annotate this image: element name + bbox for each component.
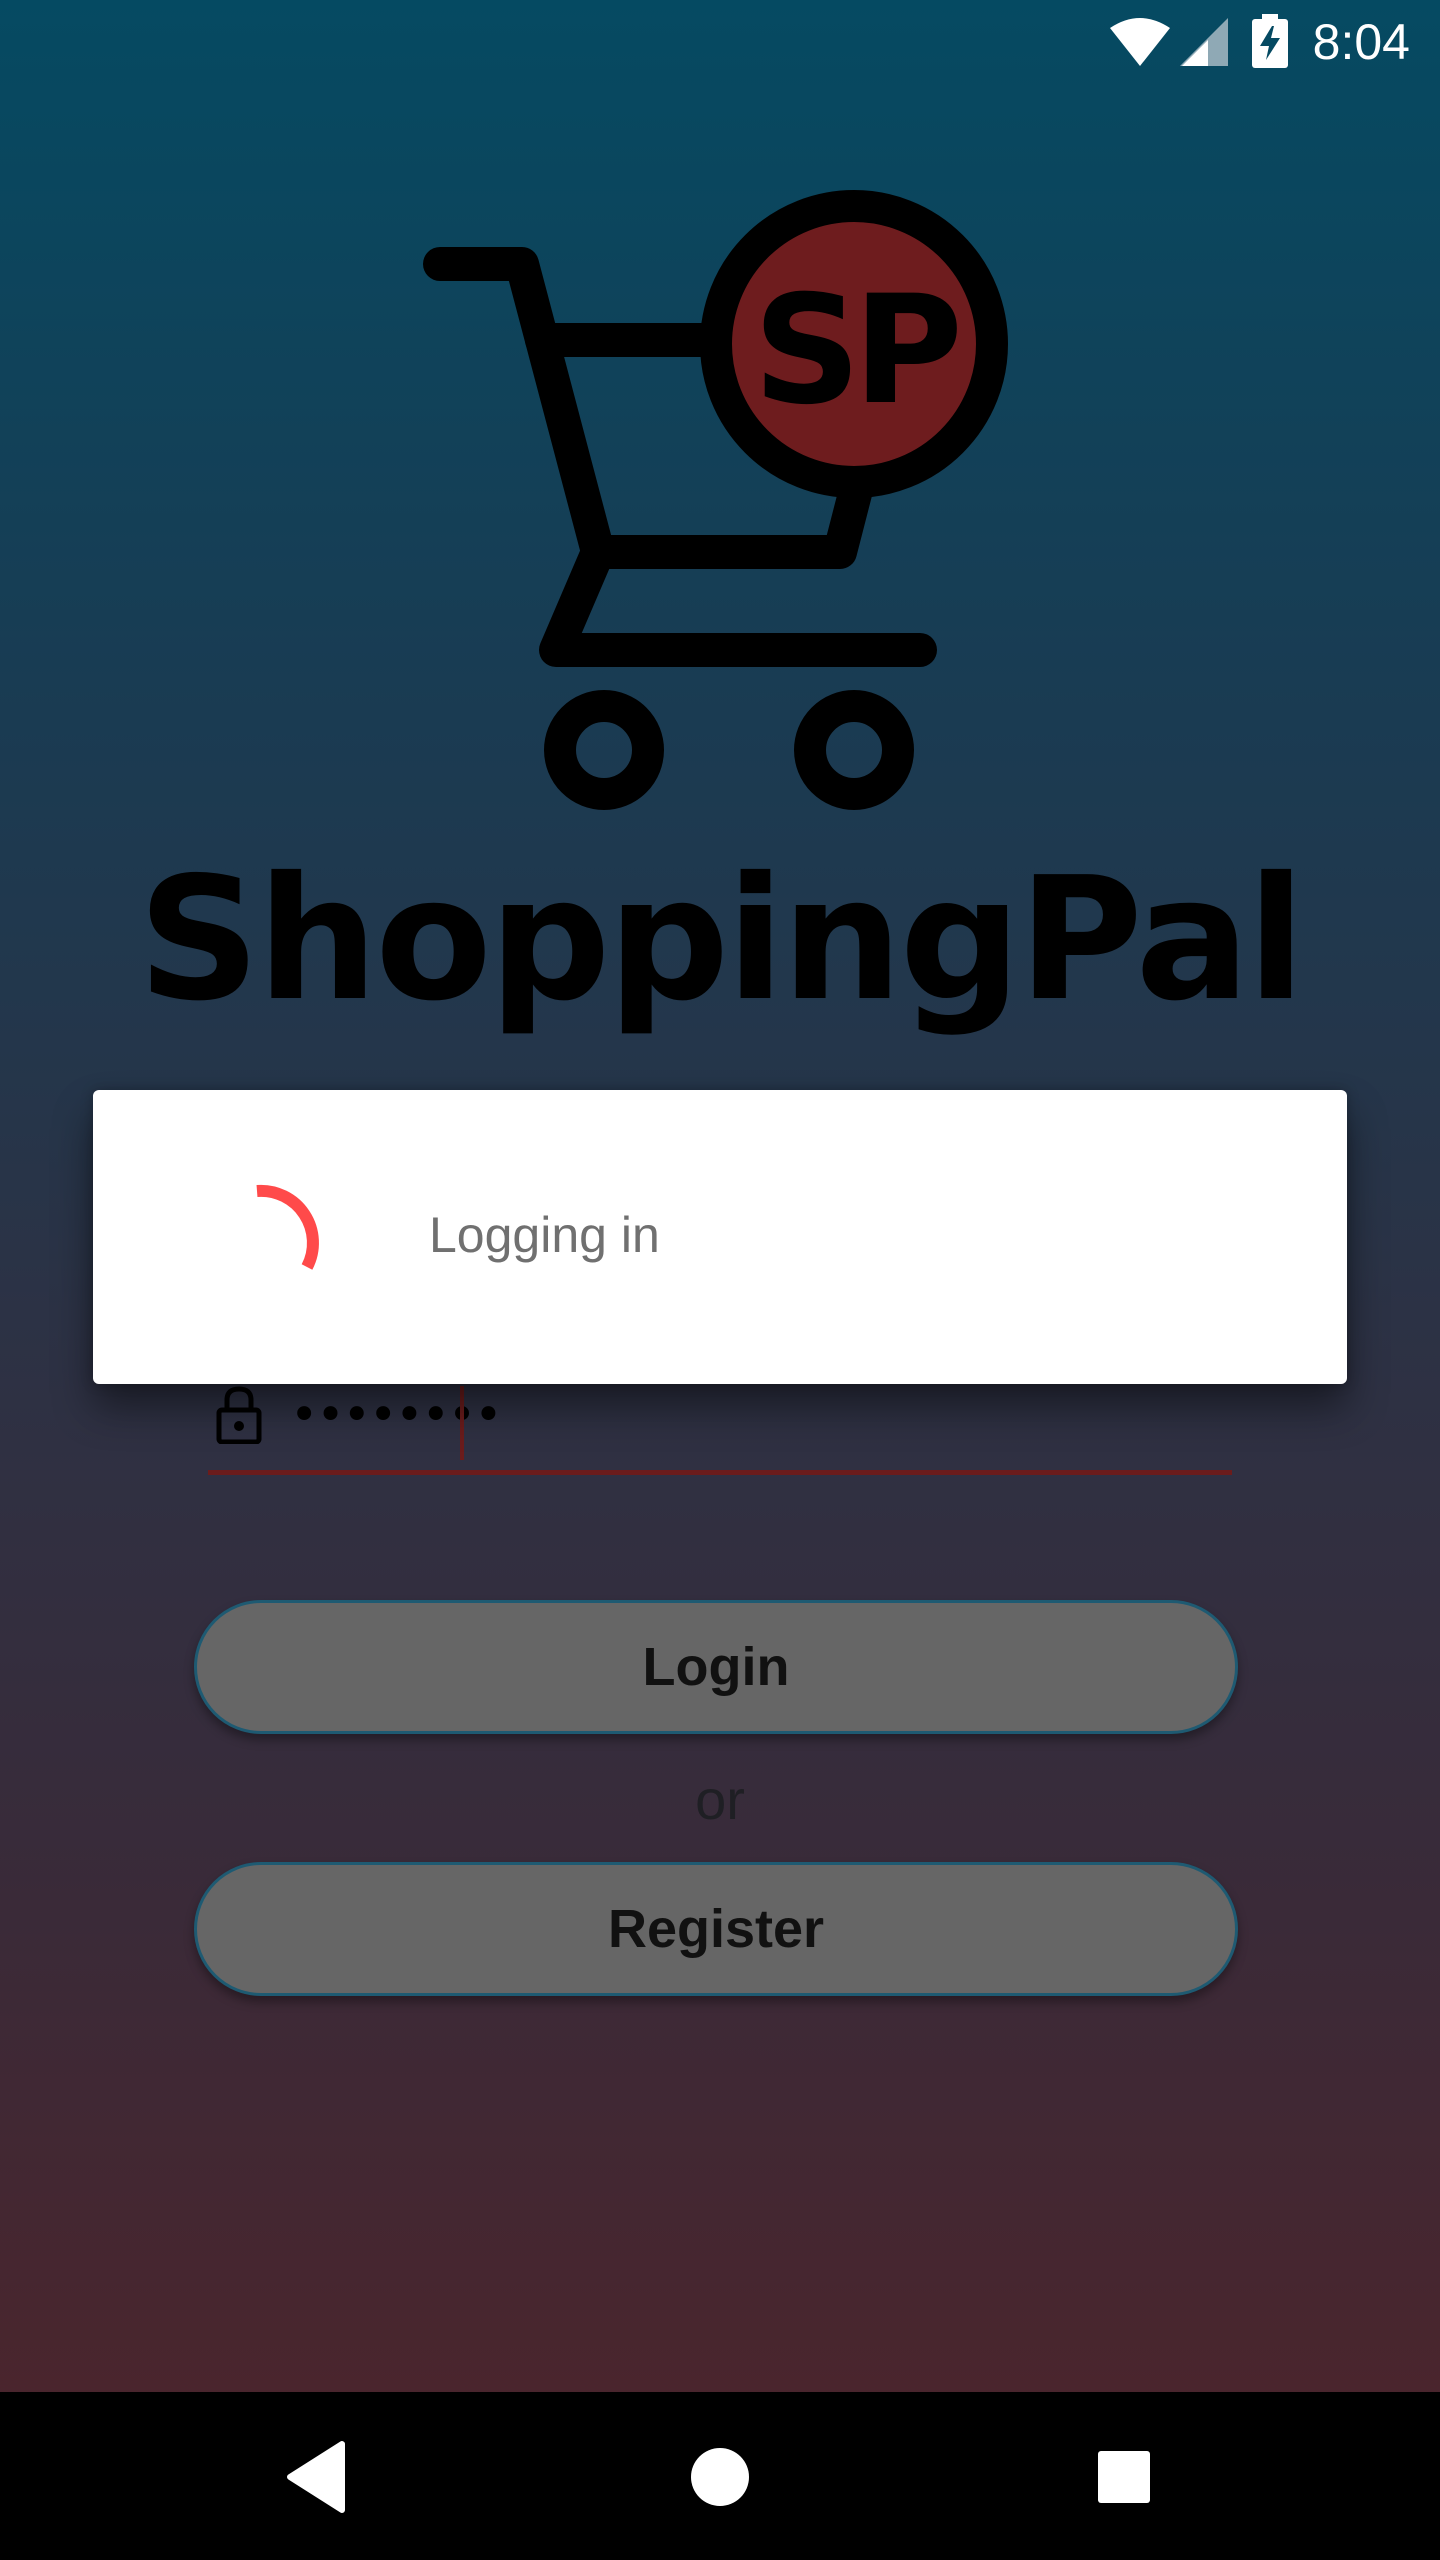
or-label: or	[695, 1768, 745, 1831]
progress-spinner	[223, 1163, 343, 1287]
text-cursor	[460, 1386, 464, 1460]
lock-icon	[216, 1386, 262, 1448]
back-button[interactable]	[216, 2392, 416, 2560]
brand-name: ShoppingPal	[137, 841, 1306, 1039]
loading-dialog: Logging in	[93, 1090, 1347, 1384]
password-value: ••••••••	[290, 1387, 502, 1443]
status-bar: 8:04	[0, 0, 1440, 84]
login-button[interactable]: Login	[194, 1600, 1238, 1734]
wifi-icon	[1108, 16, 1172, 72]
loading-message: Logging in	[429, 1207, 660, 1263]
navigation-bar	[0, 2392, 1440, 2560]
battery-charging-icon	[1252, 14, 1288, 72]
cell-signal-icon	[1178, 16, 1230, 72]
recents-button[interactable]	[1024, 2392, 1224, 2560]
shopping-cart-logo: SP	[420, 180, 1020, 824]
register-button[interactable]: Register	[194, 1862, 1238, 1996]
logo-monogram: SP	[753, 264, 957, 438]
password-field[interactable]: ••••••••	[208, 1370, 1232, 1475]
home-button[interactable]	[620, 2392, 820, 2560]
screen: 8:04 SP ShoppingPal •••••••• Login or Re…	[0, 0, 1440, 2560]
status-time: 8:04	[1312, 14, 1410, 70]
